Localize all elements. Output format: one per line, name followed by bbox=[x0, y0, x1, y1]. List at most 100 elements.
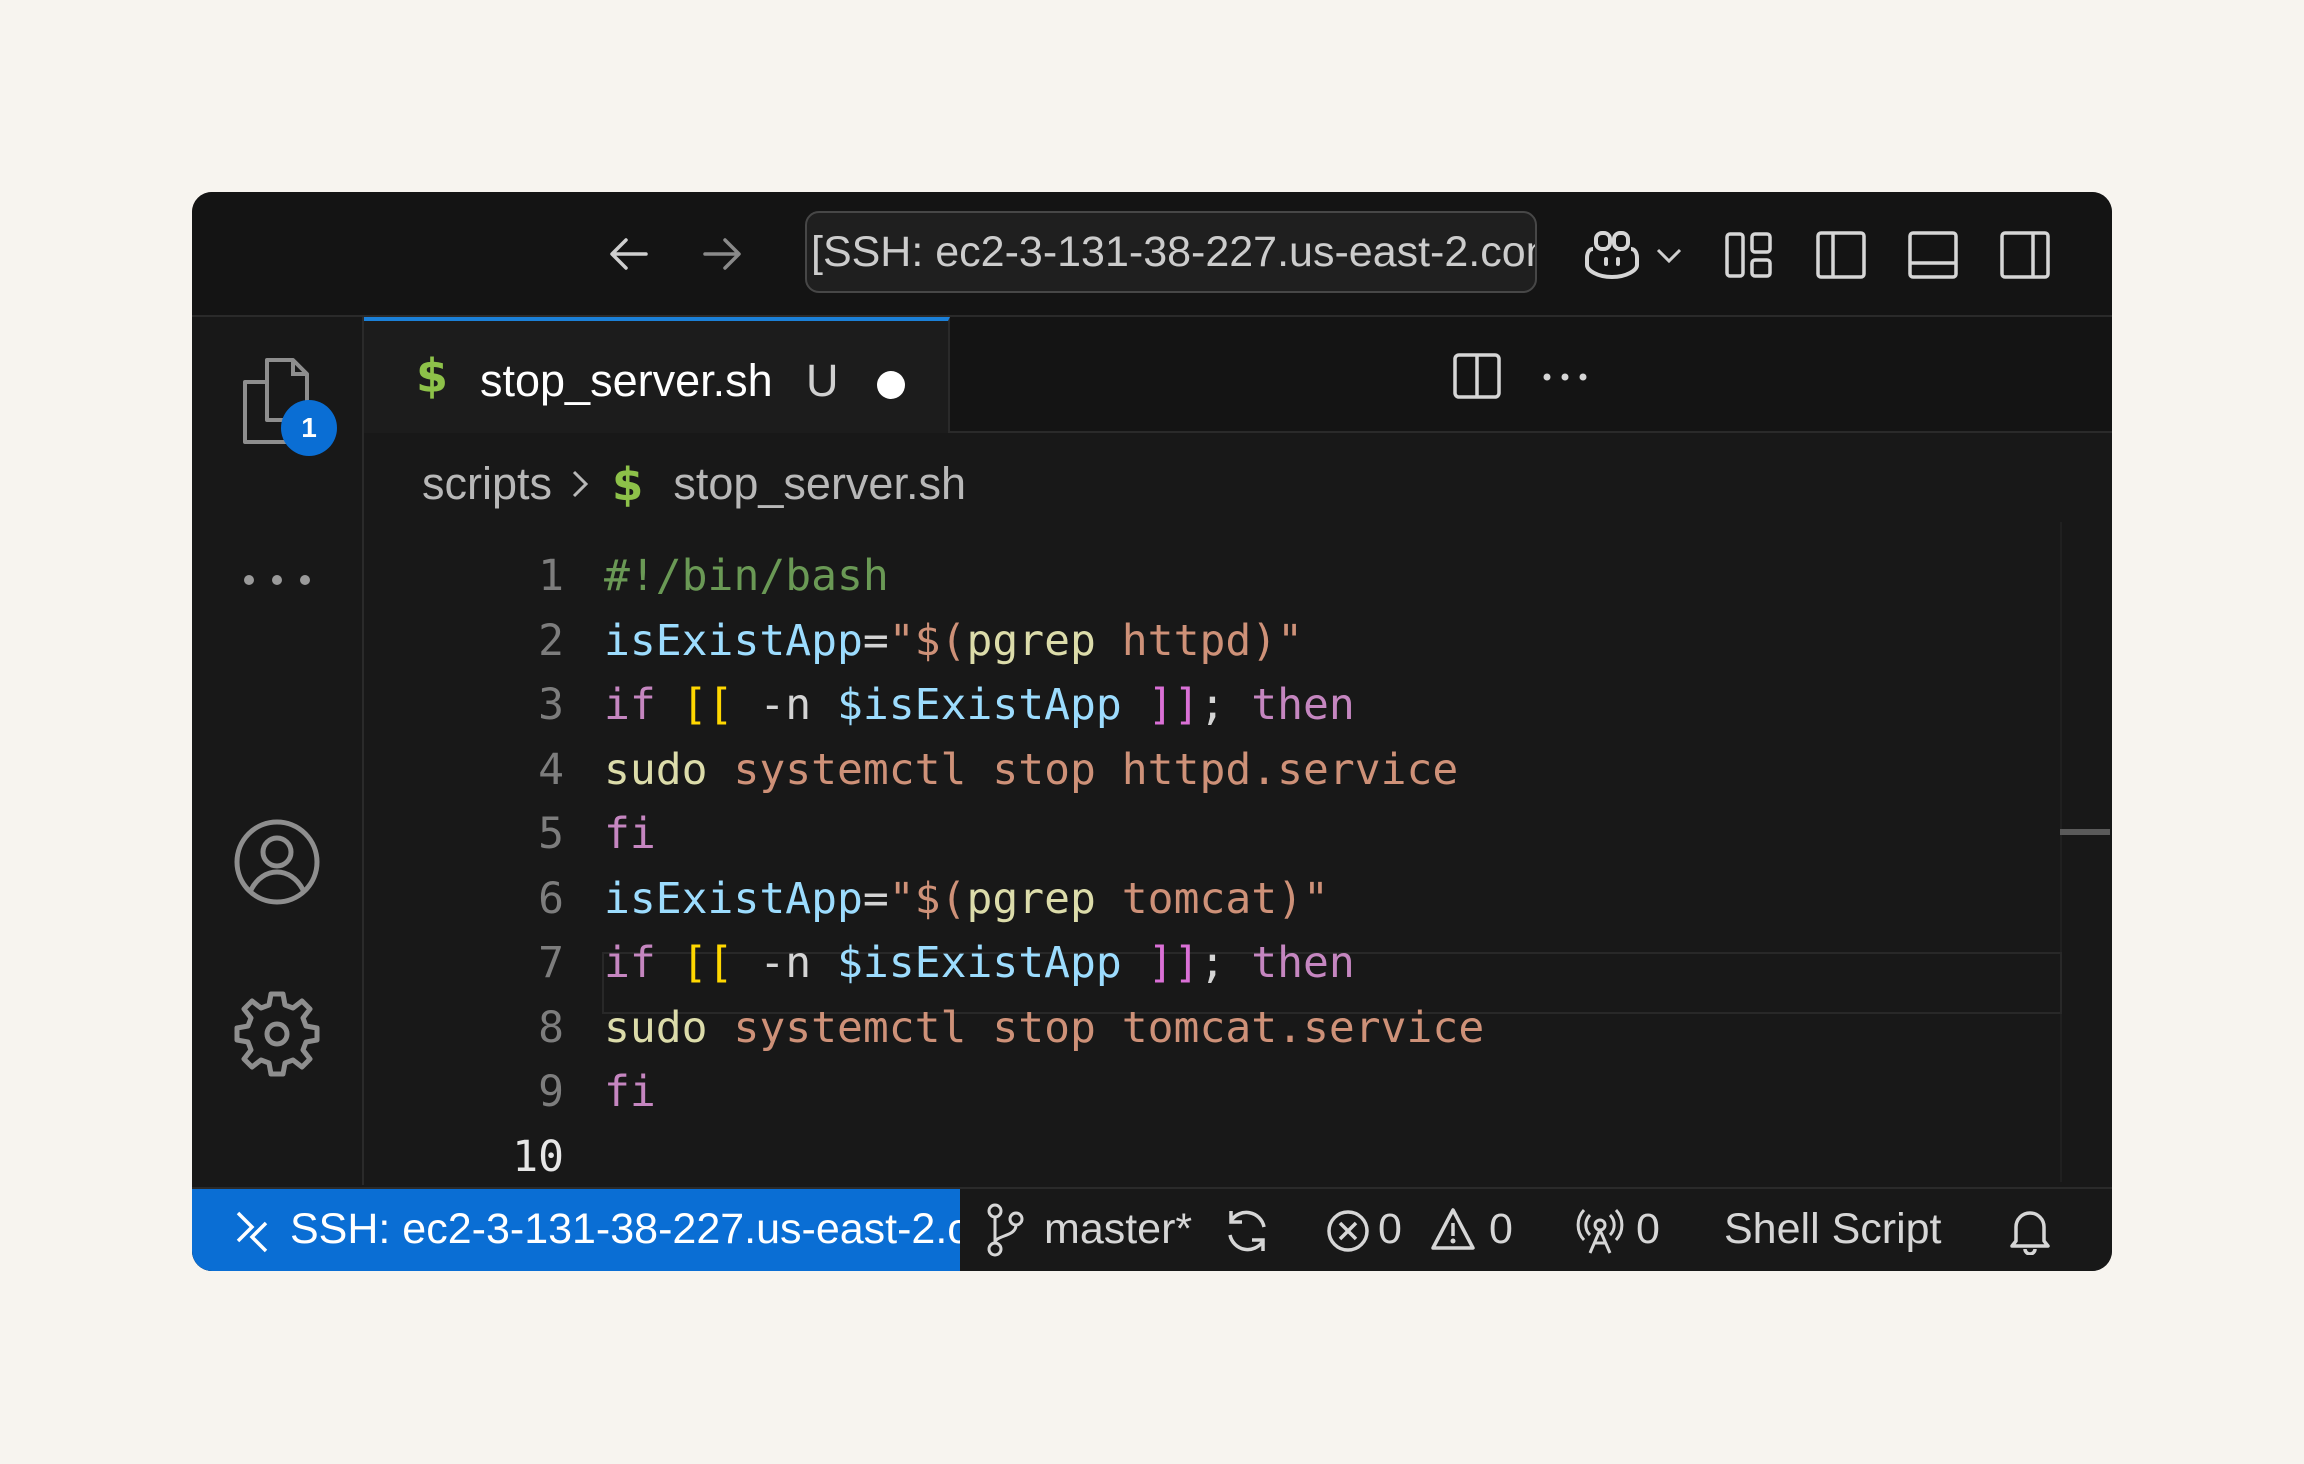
customize-layout-icon[interactable] bbox=[1722, 228, 1776, 282]
breadcrumb-folder[interactable]: scripts bbox=[422, 458, 552, 510]
code-token: fi bbox=[604, 809, 656, 859]
code-text: fi bbox=[604, 1060, 656, 1124]
error-icon[interactable] bbox=[1325, 1208, 1371, 1265]
code-line[interactable]: 4 sudo systemctl stop httpd.service bbox=[364, 738, 2112, 802]
forward-arrow-icon[interactable] bbox=[697, 229, 747, 279]
line-number: 5 bbox=[538, 809, 564, 859]
branch-name[interactable]: master* bbox=[1044, 1205, 1192, 1254]
line-number: 2 bbox=[538, 615, 564, 666]
code-token: -n bbox=[733, 680, 838, 730]
code-token: $isExistApp bbox=[837, 938, 1122, 988]
command-center-search[interactable]: [SSH: ec2-3-131-38-227.us-east-2.compute… bbox=[805, 211, 1537, 293]
code-token: systemctl stop httpd.service bbox=[707, 744, 1459, 795]
warning-icon[interactable] bbox=[1429, 1206, 1477, 1263]
code-token: )" bbox=[1251, 615, 1304, 666]
code-token: = bbox=[862, 873, 889, 924]
code-line[interactable]: 9 fi bbox=[364, 1060, 2112, 1124]
code-token: $isExistApp bbox=[837, 680, 1122, 730]
more-views-icon[interactable] bbox=[237, 565, 317, 595]
line-number: 4 bbox=[538, 744, 564, 795]
ports-count[interactable]: 0 bbox=[1636, 1205, 1660, 1254]
breadcrumb-file[interactable]: stop_server.sh bbox=[673, 458, 966, 510]
sync-icon[interactable] bbox=[1222, 1207, 1272, 1266]
code-token: sudo bbox=[604, 1002, 708, 1053]
code-text: sudo systemctl stop httpd.service bbox=[604, 738, 1458, 802]
code-token: then bbox=[1251, 938, 1355, 988]
chevron-down-icon[interactable] bbox=[1654, 240, 1684, 270]
code-token: ; bbox=[1199, 680, 1252, 730]
activity-bar: 1 bbox=[192, 317, 364, 1185]
code-line[interactable]: 1 #!/bin/bash bbox=[364, 544, 2112, 608]
notifications-bell-icon[interactable] bbox=[2007, 1205, 2053, 1266]
line-number: 9 bbox=[538, 1067, 564, 1117]
toggle-panel-icon[interactable] bbox=[1906, 228, 1960, 282]
language-mode[interactable]: Shell Script bbox=[1724, 1205, 1941, 1254]
code-line[interactable]: 7 if [[ -n $isExistApp ]]; then bbox=[364, 931, 2112, 995]
source-control-branch-icon[interactable] bbox=[985, 1203, 1025, 1268]
more-actions-icon[interactable] bbox=[1538, 362, 1592, 392]
code-token: then bbox=[1251, 680, 1355, 730]
settings-gear-icon[interactable] bbox=[232, 989, 322, 1079]
line-number: 3 bbox=[538, 680, 564, 730]
code-token: #!/bin/bash bbox=[604, 551, 889, 601]
code-token: [[ bbox=[681, 680, 734, 730]
explorer-badge: 1 bbox=[281, 400, 337, 456]
code-token: ]] bbox=[1147, 680, 1200, 730]
breadcrumb-shell-icon: $ bbox=[612, 457, 644, 511]
remote-indicator[interactable]: SSH: ec2-3-131-38-227.us-east-2.compute.… bbox=[192, 1189, 960, 1271]
code-line[interactable]: 5 fi bbox=[364, 802, 2112, 866]
code-line[interactable]: 6 isExistApp="$(pgrep tomcat)" bbox=[364, 867, 2112, 931]
remote-label: SSH: ec2-3-131-38-227.us-east-2.compute.… bbox=[290, 1205, 960, 1253]
code-line[interactable]: 2 isExistApp="$(pgrep httpd)" bbox=[364, 609, 2112, 673]
title-bar: [SSH: ec2-3-131-38-227.us-east-2.compute… bbox=[192, 192, 2112, 317]
tab-filename: stop_server.sh bbox=[480, 355, 773, 406]
code-text: #!/bin/bash bbox=[604, 544, 889, 608]
warning-count[interactable]: 0 bbox=[1489, 1205, 1513, 1254]
shell-file-icon: $ bbox=[416, 349, 449, 403]
code-token: sudo bbox=[604, 744, 708, 795]
code-token: ]] bbox=[1147, 938, 1200, 988]
chevron-right-icon bbox=[570, 468, 590, 500]
code-token: "$( bbox=[888, 873, 967, 924]
code-line[interactable]: 8 sudo systemctl stop tomcat.service bbox=[364, 996, 2112, 1060]
code-token: isExistApp bbox=[604, 615, 863, 666]
split-editor-icon[interactable] bbox=[1450, 349, 1504, 403]
line-number: 10 bbox=[512, 1131, 564, 1182]
error-count[interactable]: 0 bbox=[1378, 1205, 1402, 1254]
unsaved-dot-icon[interactable] bbox=[877, 371, 905, 399]
back-arrow-icon[interactable] bbox=[604, 229, 654, 279]
status-bar: SSH: ec2-3-131-38-227.us-east-2.compute.… bbox=[192, 1187, 2112, 1271]
code-token: [[ bbox=[681, 938, 734, 988]
code-editor[interactable]: 1 #!/bin/bash 2 isExistApp="$(pgrep httpd)"… bbox=[364, 522, 2112, 1185]
code-token: systemctl stop tomcat.service bbox=[707, 1002, 1485, 1053]
code-text: sudo systemctl stop tomcat.service bbox=[604, 996, 1484, 1060]
code-line[interactable]: 3 if [[ -n $isExistApp ]]; then bbox=[364, 673, 2112, 737]
breadcrumb: scripts $ stop_server.sh bbox=[422, 454, 966, 514]
toggle-primary-sidebar-icon[interactable] bbox=[1814, 228, 1868, 282]
code-token: if bbox=[604, 680, 656, 730]
tab-stop-server[interactable]: $ stop_server.sh U bbox=[364, 317, 950, 433]
code-text: fi bbox=[604, 802, 656, 866]
code-token: fi bbox=[604, 1067, 656, 1117]
copilot-icon[interactable] bbox=[1582, 224, 1642, 284]
line-number: 1 bbox=[538, 551, 564, 601]
code-token: "$( bbox=[888, 615, 967, 666]
code-token: if bbox=[604, 938, 656, 988]
code-token: = bbox=[862, 615, 889, 666]
code-token: httpd bbox=[1095, 615, 1252, 666]
code-token: tomcat bbox=[1095, 873, 1278, 924]
code-token: )" bbox=[1277, 873, 1329, 924]
line-number: 8 bbox=[538, 1002, 564, 1053]
toggle-secondary-sidebar-icon[interactable] bbox=[1998, 228, 2052, 282]
code-token: pgrep bbox=[966, 873, 1096, 924]
line-number: 6 bbox=[538, 873, 564, 924]
code-line[interactable]: 10 bbox=[364, 1125, 2112, 1189]
accounts-icon[interactable] bbox=[232, 817, 322, 907]
tab-git-status: U bbox=[806, 355, 839, 406]
ports-antenna-icon[interactable] bbox=[1575, 1207, 1625, 1266]
code-token: pgrep bbox=[966, 615, 1096, 666]
